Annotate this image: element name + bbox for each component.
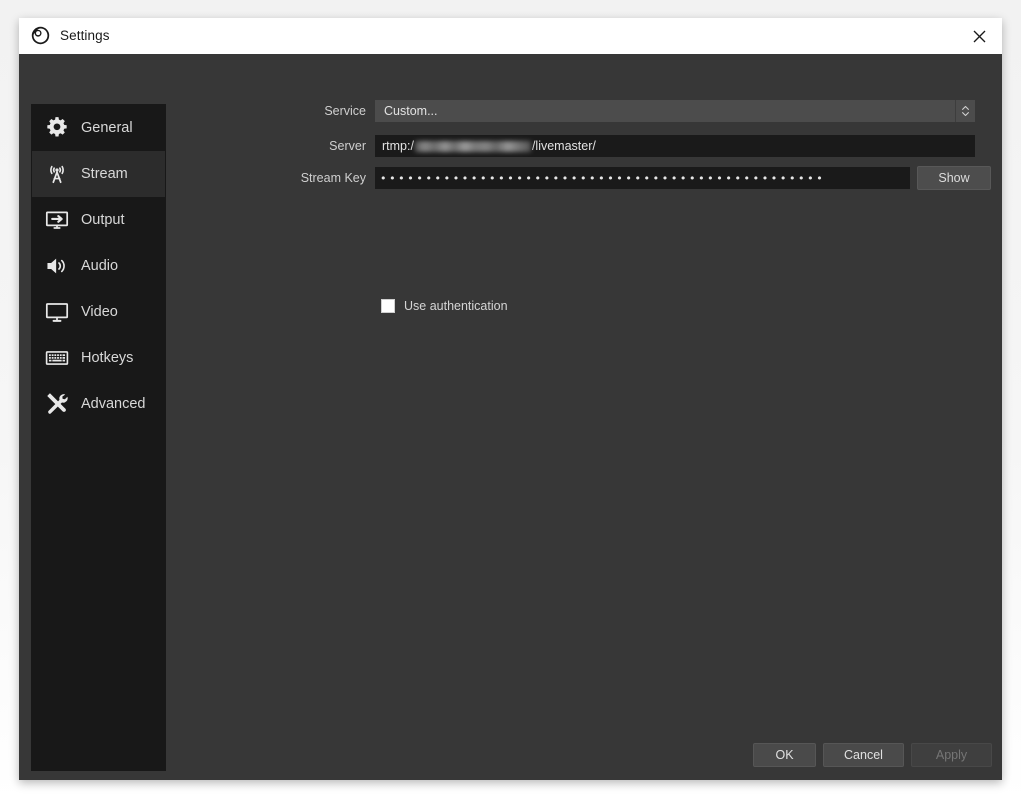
server-label: Server (179, 140, 375, 153)
sidebar-item-general[interactable]: General (32, 105, 165, 151)
keyboard-icon (42, 343, 72, 373)
cancel-button[interactable]: Cancel (823, 743, 904, 767)
output-icon (42, 205, 72, 235)
sidebar-item-label: Hotkeys (81, 351, 133, 366)
sidebar-item-label: Stream (81, 167, 128, 182)
sidebar-item-label: Audio (81, 259, 118, 274)
settings-sidebar: General Stream (31, 104, 166, 771)
show-stream-key-button[interactable]: Show (917, 166, 991, 190)
sidebar-item-stream[interactable]: Stream (32, 151, 165, 197)
chevron-up-down-icon[interactable] (955, 100, 975, 122)
service-row: Service Custom... (179, 100, 975, 122)
server-value-suffix: /livemaster/ (532, 140, 596, 153)
apply-button[interactable]: Apply (911, 743, 992, 767)
settings-window: Settings General (19, 18, 1002, 780)
dialog-button-bar: OK Cancel Apply (753, 743, 992, 767)
monitor-icon (42, 297, 72, 327)
sidebar-item-advanced[interactable]: Advanced (32, 381, 165, 427)
service-value: Custom... (375, 105, 438, 118)
close-icon[interactable] (956, 18, 1002, 54)
server-value: rtmp:/ /livemaster/ (375, 140, 596, 153)
redacted-domain (415, 141, 531, 152)
sidebar-item-label: Video (81, 305, 118, 320)
ok-button[interactable]: OK (753, 743, 816, 767)
sidebar-item-output[interactable]: Output (32, 197, 165, 243)
use-authentication-label: Use authentication (404, 300, 508, 313)
server-row: Server rtmp:/ /livemaster/ (179, 135, 975, 157)
service-label: Service (179, 105, 375, 118)
server-value-prefix: rtmp:/ (382, 140, 414, 153)
use-authentication-row[interactable]: Use authentication (381, 299, 508, 313)
stream-key-input[interactable]: ••••••••••••••••••••••••••••••••••••••••… (375, 167, 910, 189)
broadcast-icon (42, 159, 72, 189)
sidebar-item-video[interactable]: Video (32, 289, 165, 335)
gear-icon (42, 113, 72, 143)
tools-icon (42, 389, 72, 419)
sidebar-item-label: Output (81, 213, 125, 228)
speaker-icon (42, 251, 72, 281)
title-bar: Settings (19, 18, 1002, 54)
server-input[interactable]: rtmp:/ /livemaster/ (375, 135, 975, 157)
sidebar-item-audio[interactable]: Audio (32, 243, 165, 289)
sidebar-item-label: General (81, 121, 133, 136)
obs-logo-icon (31, 26, 50, 45)
window-title: Settings (60, 29, 110, 43)
sidebar-item-label: Advanced (81, 397, 146, 412)
use-authentication-checkbox[interactable] (381, 299, 395, 313)
service-dropdown[interactable]: Custom... (375, 100, 975, 122)
window-body: General Stream (19, 54, 1002, 780)
stream-key-masked-value: ••••••••••••••••••••••••••••••••••••••••… (375, 173, 825, 184)
stream-key-label: Stream Key (179, 172, 375, 185)
stream-key-row: Stream Key •••••••••••••••••••••••••••••… (179, 166, 975, 190)
sidebar-item-hotkeys[interactable]: Hotkeys (32, 335, 165, 381)
